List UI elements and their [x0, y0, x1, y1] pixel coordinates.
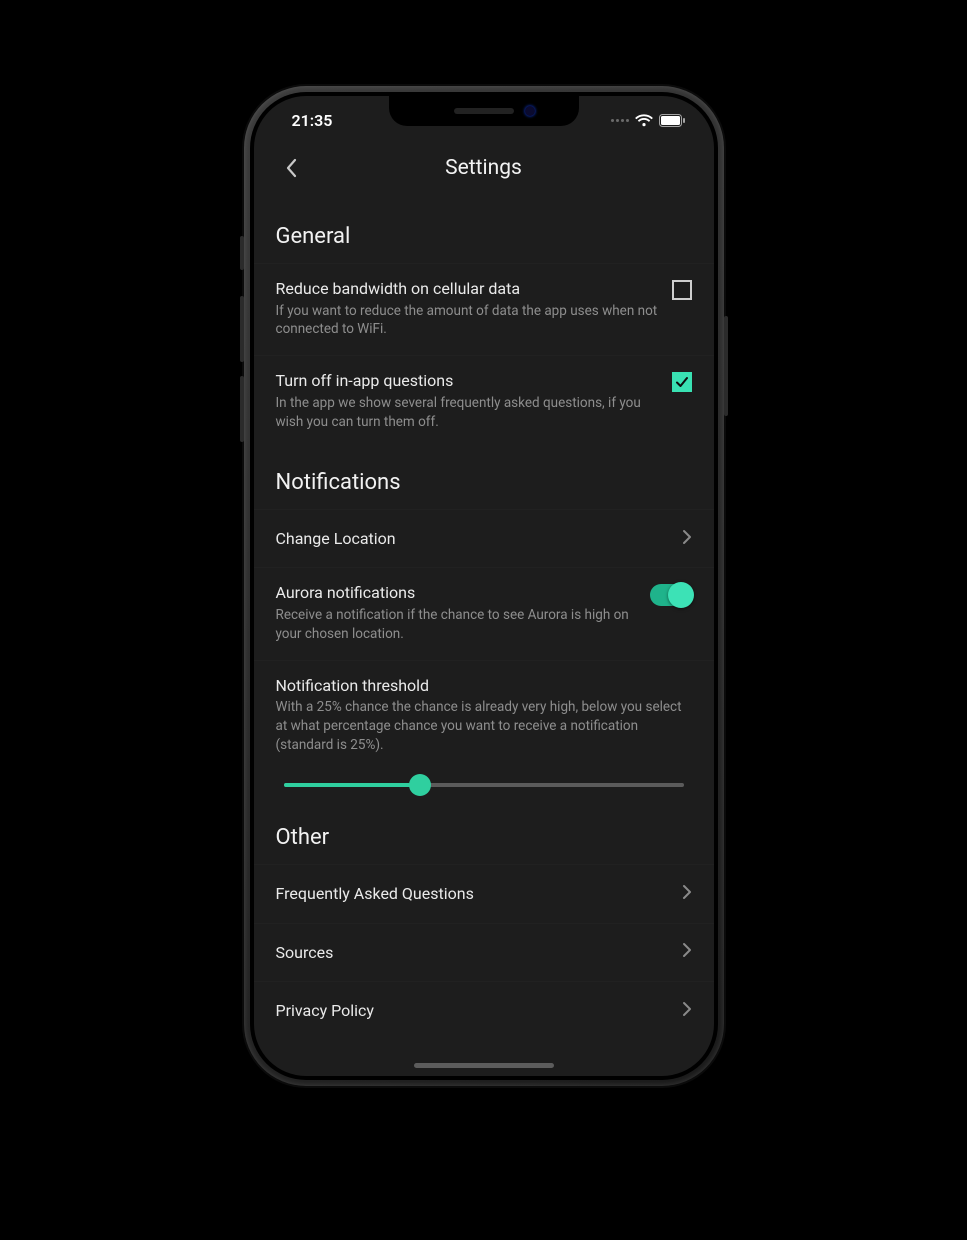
page-title: Settings [445, 156, 522, 180]
slider-thumb[interactable] [409, 774, 431, 796]
chevron-right-icon [682, 884, 692, 904]
phone-side-button [240, 376, 244, 442]
row-change-location[interactable]: Change Location [254, 509, 714, 568]
row-desc: In the app we show several frequently as… [276, 394, 660, 432]
row-faq[interactable]: Frequently Asked Questions [254, 864, 714, 923]
phone-side-button [240, 296, 244, 362]
status-time: 21:35 [282, 111, 333, 130]
home-indicator[interactable] [414, 1063, 554, 1068]
row-title: Privacy Policy [276, 1000, 375, 1022]
settings-content: Settings General Reduce bandwidth on cel… [254, 140, 714, 1076]
row-desc: If you want to reduce the amount of data… [276, 302, 660, 340]
row-privacy-policy[interactable]: Privacy Policy [254, 981, 714, 1040]
row-aurora-notifications[interactable]: Aurora notifications Receive a notificat… [254, 567, 714, 659]
section-header-other: Other [254, 803, 714, 864]
row-title: Notification threshold [276, 675, 692, 697]
row-notification-threshold: Notification threshold With a 25% chance… [254, 660, 714, 777]
row-title: Sources [276, 942, 334, 964]
row-desc: Receive a notification if the chance to … [276, 606, 638, 644]
row-title: Reduce bandwidth on cellular data [276, 278, 660, 300]
threshold-slider[interactable] [284, 783, 684, 787]
row-title: Change Location [276, 528, 396, 550]
phone-camera [525, 106, 535, 116]
app-screen: 21:35 S [254, 96, 714, 1076]
row-title: Turn off in-app questions [276, 370, 660, 392]
row-sources[interactable]: Sources [254, 923, 714, 982]
chevron-right-icon [682, 1001, 692, 1021]
row-turn-off-questions[interactable]: Turn off in-app questions In the app we … [254, 355, 714, 447]
phone-speaker [454, 108, 514, 114]
row-desc: With a 25% chance the chance is already … [276, 698, 692, 755]
check-icon [675, 375, 689, 389]
phone-side-button [240, 236, 244, 270]
section-header-general: General [254, 196, 714, 263]
wifi-icon [635, 114, 653, 127]
reduce-bandwidth-checkbox[interactable] [672, 280, 692, 300]
battery-icon [659, 114, 686, 127]
chevron-right-icon [682, 942, 692, 962]
back-button[interactable] [276, 152, 308, 184]
turn-off-questions-checkbox[interactable] [672, 372, 692, 392]
row-reduce-bandwidth[interactable]: Reduce bandwidth on cellular data If you… [254, 263, 714, 355]
chevron-right-icon [682, 529, 692, 549]
phone-side-button [724, 316, 728, 416]
row-title: Frequently Asked Questions [276, 883, 474, 905]
section-header-notifications: Notifications [254, 448, 714, 509]
phone-notch [389, 96, 579, 126]
phone-frame: 21:35 S [244, 86, 724, 1086]
toggle-knob [668, 582, 694, 608]
cellular-dots-icon [611, 119, 629, 122]
chevron-left-icon [286, 158, 298, 178]
aurora-notifications-toggle[interactable] [650, 584, 692, 606]
nav-header: Settings [254, 140, 714, 196]
row-title: Aurora notifications [276, 582, 638, 604]
slider-fill [284, 783, 420, 787]
